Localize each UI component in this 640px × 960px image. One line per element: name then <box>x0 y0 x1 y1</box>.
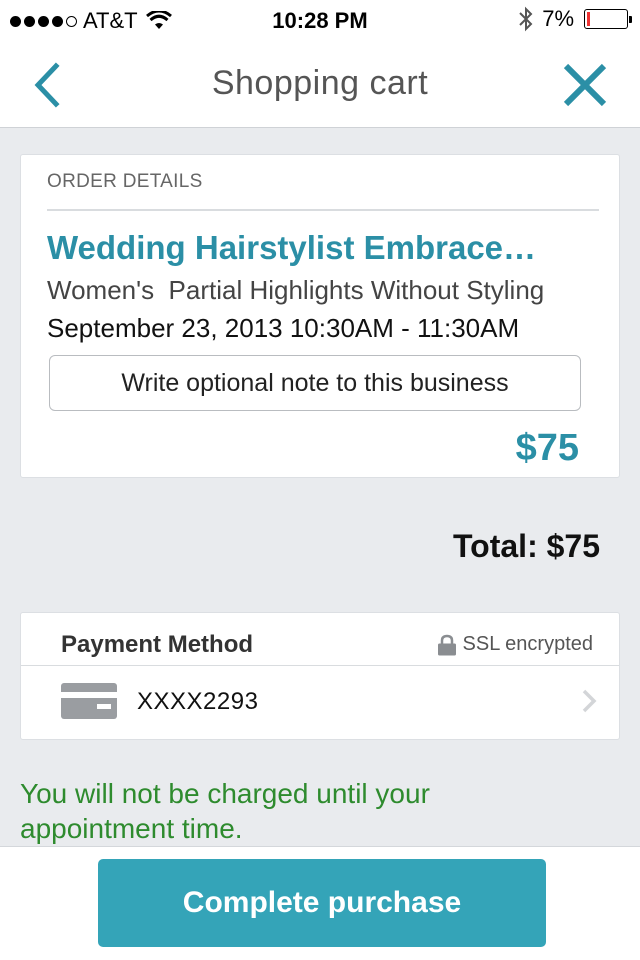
battery-level <box>587 12 590 26</box>
card-number: XXXX2293 <box>137 688 259 715</box>
status-right: 7% <box>518 6 632 32</box>
business-name-link[interactable]: Wedding Hairstylist Embrace… <box>47 229 587 267</box>
payment-card-row[interactable]: XXXX2293 <box>21 666 619 740</box>
battery-icon <box>584 9 632 29</box>
bottom-bar: Complete purchase <box>0 846 640 960</box>
chevron-right-icon <box>582 689 597 713</box>
credit-card-icon <box>61 683 117 719</box>
complete-purchase-button[interactable]: Complete purchase <box>98 859 546 947</box>
divider <box>47 209 599 211</box>
item-price: $75 <box>515 427 579 469</box>
payment-method-card: Payment Method SSL encrypted XXXX2293 <box>20 612 620 740</box>
payment-method-title: Payment Method <box>61 631 254 658</box>
order-total: Total: $75 <box>453 528 600 564</box>
charge-notice: You will not be charged until your appoi… <box>20 778 430 844</box>
ssl-label: SSL encrypted <box>462 633 593 655</box>
order-details-card: ORDER DETAILS Wedding Hairstylist Embrac… <box>20 154 620 478</box>
page-title: Shopping cart <box>211 64 429 102</box>
lock-icon <box>437 634 456 655</box>
service-name: Women's Partial Highlights Without Styli… <box>47 275 545 305</box>
battery-percent: 7% <box>542 6 574 31</box>
status-bar: AT&T 10:28 PM 7% <box>0 0 640 40</box>
ssl-badge: SSL encrypted <box>437 633 593 656</box>
appointment-datetime: September 23, 2013 10:30AM - 11:30AM <box>47 313 520 343</box>
close-icon[interactable] <box>560 60 610 110</box>
section-label: ORDER DETAILS <box>47 171 203 192</box>
write-note-button[interactable]: Write optional note to this business <box>49 355 581 411</box>
bluetooth-icon <box>519 6 533 32</box>
nav-bar: Shopping cart <box>0 40 640 128</box>
